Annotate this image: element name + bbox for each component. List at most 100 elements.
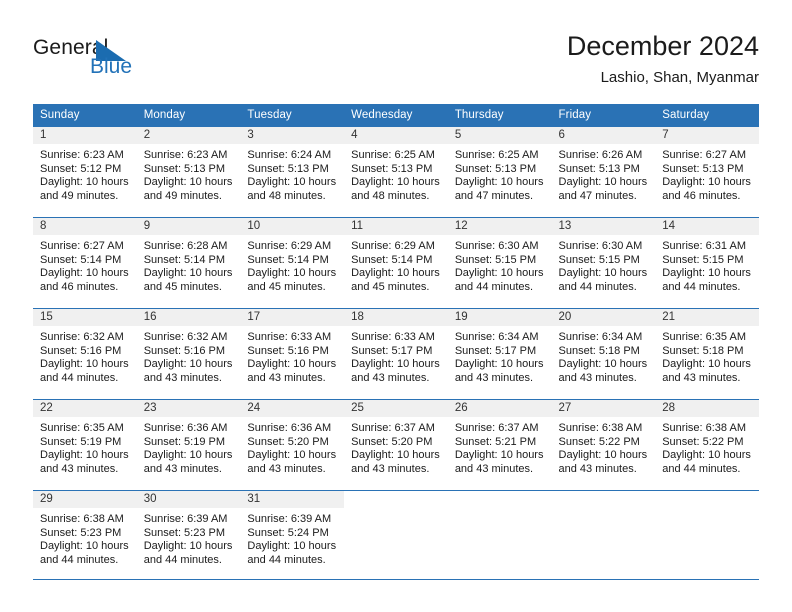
sunset-text: Sunset: 5:14 PM: [247, 253, 329, 266]
calendar-day-cell[interactable]: 9 Sunrise: 6:28 AM Sunset: 5:14 PM Daylight…: [136, 217, 241, 309]
daylight-text-line2: and 48 minutes.: [351, 189, 430, 202]
day-cell-content: 20 Sunrise: 6:34 AM Sunset: 5:18 PM Dayligh…: [551, 309, 656, 399]
day-cell-content: 11 Sunrise: 6:29 AM Sunset: 5:14 PM Dayligh…: [344, 218, 448, 308]
daylight-text-line2: and 47 minutes.: [558, 189, 637, 202]
sunrise-text: Sunrise: 6:29 AM: [351, 240, 435, 252]
day-info: [344, 508, 448, 513]
daylight-text-line2: and 45 minutes.: [247, 280, 326, 293]
calendar-day-cell[interactable]: 16 Sunrise: 6:32 AM Sunset: 5:16 PM Dayligh…: [136, 308, 241, 400]
sunrise-text: Sunrise: 6:29 AM: [247, 240, 332, 252]
day-number: 13: [551, 218, 656, 235]
sunset-text: Sunset: 5:22 PM: [662, 435, 744, 448]
sunrise-text: Sunrise: 6:28 AM: [143, 240, 228, 252]
sunrise-text: Sunrise: 6:34 AM: [454, 331, 539, 343]
sunrise-text: Sunrise: 6:36 AM: [143, 422, 228, 434]
day-number: 14: [655, 218, 759, 235]
day-number: 24: [240, 400, 345, 417]
calendar-day-cell[interactable]: 20 Sunrise: 6:34 AM Sunset: 5:18 PM Dayligh…: [551, 308, 656, 400]
calendar-day-cell[interactable]: 10 Sunrise: 6:29 AM Sunset: 5:14 PM Dayligh…: [240, 217, 345, 309]
day-cell-content: 26 Sunrise: 6:37 AM Sunset: 5:21 PM Dayligh…: [447, 400, 552, 490]
daylight-text-line2: and 43 minutes.: [247, 462, 326, 475]
daylight-text-line1: Daylight: 10 hours: [247, 449, 337, 462]
calendar-day-cell[interactable]: 25 Sunrise: 6:37 AM Sunset: 5:20 PM Dayligh…: [344, 399, 448, 491]
day-info: Sunrise: 6:38 AM Sunset: 5:22 PM Daylight:…: [655, 417, 759, 476]
calendar-day-cell[interactable]: 30 Sunrise: 6:39 AM Sunset: 5:23 PM Dayligh…: [136, 490, 241, 581]
day-info: Sunrise: 6:38 AM Sunset: 5:22 PM Daylight:…: [552, 417, 656, 476]
calendar-day-cell[interactable]: 15 Sunrise: 6:32 AM Sunset: 5:16 PM Dayligh…: [33, 308, 137, 400]
generalblue-logo[interactable]: General Blue: [33, 36, 173, 86]
daylight-text-line2: and 48 minutes.: [247, 189, 326, 202]
sunset-text: Sunset: 5:24 PM: [247, 526, 329, 539]
calendar-day-cell[interactable]: 28 Sunrise: 6:38 AM Sunset: 5:22 PM Dayligh…: [655, 399, 759, 491]
calendar-day-cell[interactable]: 8 Sunrise: 6:27 AM Sunset: 5:14 PM Daylight…: [33, 217, 137, 309]
sunrise-text: Sunrise: 6:38 AM: [40, 513, 124, 525]
daylight-text-line2: and 44 minutes.: [558, 280, 637, 293]
sunset-text: Sunset: 5:13 PM: [143, 162, 226, 175]
calendar-day-cell[interactable]: 27 Sunrise: 6:38 AM Sunset: 5:22 PM Dayligh…: [551, 399, 656, 491]
calendar-day-cell[interactable]: 1 Sunrise: 6:23 AM Sunset: 5:12 PM Daylight…: [33, 126, 137, 218]
sunrise-text: Sunrise: 6:23 AM: [143, 149, 228, 161]
calendar-day-cell[interactable]: 23 Sunrise: 6:36 AM Sunset: 5:19 PM Dayligh…: [136, 399, 241, 491]
daylight-text-line1: Daylight: 10 hours: [351, 267, 440, 280]
sunrise-text: Sunrise: 6:33 AM: [247, 331, 332, 343]
calendar-day-cell[interactable]: 31 Sunrise: 6:39 AM Sunset: 5:24 PM Dayligh…: [240, 490, 345, 581]
calendar-day-cell[interactable]: 14 Sunrise: 6:31 AM Sunset: 5:15 PM Dayligh…: [655, 217, 759, 309]
daylight-text-line1: Daylight: 10 hours: [247, 358, 337, 371]
sunset-text: Sunset: 5:20 PM: [351, 435, 433, 448]
calendar-day-cell[interactable]: 7 Sunrise: 6:27 AM Sunset: 5:13 PM Daylight…: [655, 126, 759, 218]
daylight-text-line1: Daylight: 10 hours: [558, 176, 648, 189]
calendar-day-cell[interactable]: 12 Sunrise: 6:30 AM Sunset: 5:15 PM Dayligh…: [447, 217, 552, 309]
calendar-day-cell[interactable]: 22 Sunrise: 6:35 AM Sunset: 5:19 PM Dayligh…: [33, 399, 137, 491]
weekday-header-row: Sunday Monday Tuesday Wednesday Thursday Frid…: [33, 104, 759, 127]
day-cell-content: 5 Sunrise: 6:25 AM Sunset: 5:13 PM Daylight…: [447, 127, 552, 217]
day-number: 2: [136, 127, 241, 144]
calendar-day-cell[interactable]: 4 Sunrise: 6:25 AM Sunset: 5:13 PM Daylight…: [344, 126, 448, 218]
calendar-day-cell[interactable]: 19 Sunrise: 6:34 AM Sunset: 5:17 PM Dayligh…: [447, 308, 552, 400]
day-cell-content: 14 Sunrise: 6:31 AM Sunset: 5:15 PM Dayligh…: [655, 218, 759, 308]
day-cell-content: 7 Sunrise: 6:27 AM Sunset: 5:13 PM Daylight…: [655, 127, 759, 217]
calendar-day-cell[interactable]: 21 Sunrise: 6:35 AM Sunset: 5:18 PM Dayligh…: [655, 308, 759, 400]
calendar-day-cell[interactable]: 24 Sunrise: 6:36 AM Sunset: 5:20 PM Dayligh…: [240, 399, 345, 491]
day-number: 17: [240, 309, 345, 326]
calendar-day-cell[interactable]: 6 Sunrise: 6:26 AM Sunset: 5:13 PM Daylight…: [551, 126, 656, 218]
daylight-text-line2: and 43 minutes.: [40, 462, 119, 475]
day-number: 22: [33, 400, 137, 417]
sunset-text: Sunset: 5:13 PM: [662, 162, 744, 175]
calendar-body: 1 Sunrise: 6:23 AM Sunset: 5:12 PM Daylight…: [33, 126, 759, 581]
sunset-text: Sunset: 5:15 PM: [558, 253, 640, 266]
day-cell-content: 24 Sunrise: 6:36 AM Sunset: 5:20 PM Dayligh…: [240, 400, 345, 490]
day-info: Sunrise: 6:39 AM Sunset: 5:24 PM Daylight:…: [240, 508, 344, 567]
sunrise-text: Sunrise: 6:23 AM: [40, 149, 124, 161]
day-number: 15: [33, 309, 137, 326]
calendar-day-cell[interactable]: 18 Sunrise: 6:33 AM Sunset: 5:17 PM Dayligh…: [344, 308, 448, 400]
day-number: 10: [240, 218, 345, 235]
day-number: 21: [655, 309, 759, 326]
daylight-text-line2: and 45 minutes.: [351, 280, 430, 293]
page-subtitle: Lashio, Shan, Myanmar: [600, 69, 759, 86]
calendar-day-cell[interactable]: 11 Sunrise: 6:29 AM Sunset: 5:14 PM Dayligh…: [344, 217, 448, 309]
daylight-text-line1: Daylight: 10 hours: [454, 176, 544, 189]
day-info: Sunrise: 6:28 AM Sunset: 5:14 PM Daylight:…: [137, 235, 241, 294]
daylight-text-line2: and 43 minutes.: [143, 462, 222, 475]
sunrise-text: Sunrise: 6:25 AM: [454, 149, 539, 161]
calendar-day-cell[interactable]: 13 Sunrise: 6:30 AM Sunset: 5:15 PM Dayligh…: [551, 217, 656, 309]
daylight-text-line1: Daylight: 10 hours: [40, 358, 129, 371]
calendar-day-cell[interactable]: 3 Sunrise: 6:24 AM Sunset: 5:13 PM Daylight…: [240, 126, 345, 218]
sunset-text: Sunset: 5:14 PM: [40, 253, 122, 266]
weekday-header-wednesday: Wednesday: [344, 104, 448, 127]
daylight-text-line1: Daylight: 10 hours: [40, 540, 129, 553]
day-number: 16: [136, 309, 241, 326]
calendar-day-cell[interactable]: 2 Sunrise: 6:23 AM Sunset: 5:13 PM Daylight…: [136, 126, 241, 218]
day-number: 19: [447, 309, 552, 326]
day-number: 26: [447, 400, 552, 417]
page-header: General Blue December 2024 Lashio, Shan,…: [0, 0, 792, 100]
calendar-day-cell[interactable]: 26 Sunrise: 6:37 AM Sunset: 5:21 PM Dayligh…: [447, 399, 552, 491]
calendar-day-cell[interactable]: 17 Sunrise: 6:33 AM Sunset: 5:16 PM Dayligh…: [240, 308, 345, 400]
calendar-week-row: 15 Sunrise: 6:32 AM Sunset: 5:16 PM Dayligh…: [33, 308, 759, 400]
day-cell-content: 17 Sunrise: 6:33 AM Sunset: 5:16 PM Dayligh…: [240, 309, 345, 399]
daylight-text-line1: Daylight: 10 hours: [247, 540, 337, 553]
day-number: [448, 491, 552, 508]
calendar-day-cell[interactable]: 29 Sunrise: 6:38 AM Sunset: 5:23 PM Dayligh…: [33, 490, 137, 581]
calendar-day-cell[interactable]: 5 Sunrise: 6:25 AM Sunset: 5:13 PM Daylight…: [447, 126, 552, 218]
daylight-text-line1: Daylight: 10 hours: [143, 449, 233, 462]
